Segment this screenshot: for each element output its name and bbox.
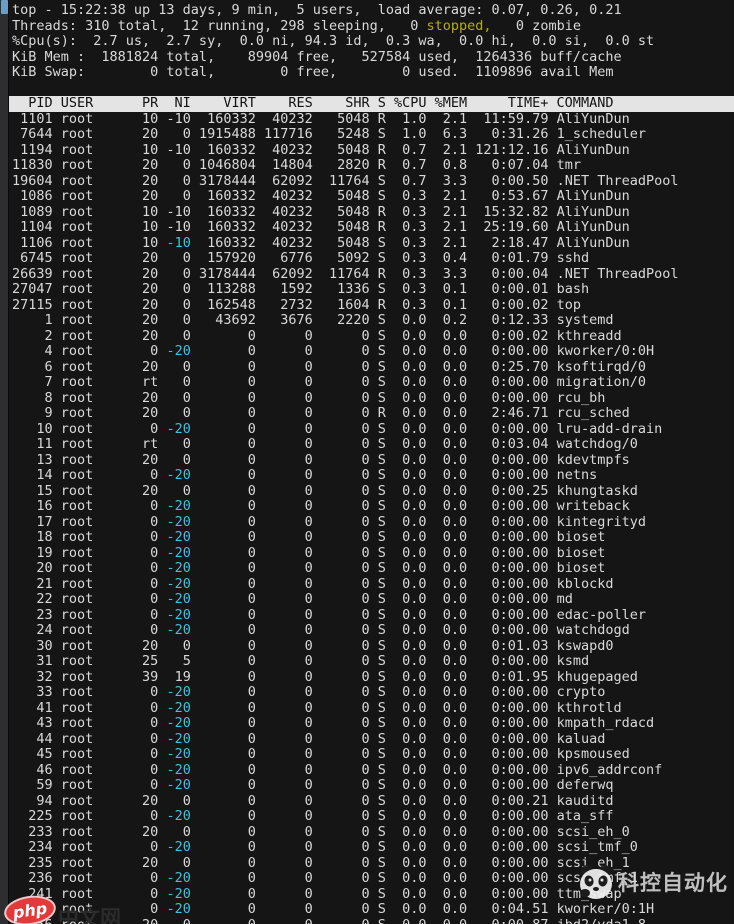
process-row: 13 root 20 0 0 0 0 S 0.0 0.0 0:00.00 kde… (12, 451, 630, 468)
process-row: 94 root 20 0 0 0 0 S 0.0 0.0 0:00.21 kau… (12, 792, 614, 809)
process-row: 17 root 0 -20 0 0 0 S 0.0 0.0 0:00.00 ki… (12, 513, 646, 530)
process-row: 22 root 0 -20 0 0 0 S 0.0 0.0 0:00.00 md (12, 591, 573, 607)
summary-line: Threads: 310 total, 12 running, 298 slee… (12, 17, 581, 34)
process-row: 19604 root 20 0 3178444 62092 11764 S 0.… (12, 172, 679, 189)
process-row: 7644 root 20 0 1915488 117716 5248 S 1.0… (12, 126, 646, 142)
process-row: 256 root 20 0 0 0 0 S 0.0 0.0 0:00.87 jb… (12, 917, 734, 924)
process-row: 7 root rt 0 0 0 0 S 0.0 0.0 0:00.00 migr… (12, 374, 646, 390)
process-row: 59 root 0 -20 0 0 0 S 0.0 0.0 0:00.00 de… (12, 777, 614, 793)
process-row: 27115 root 20 0 162548 2732 1604 R 0.3 0… (12, 296, 581, 313)
terminal-window: top - 15:22:38 up 13 days, 9 min, 5 user… (0, 0, 734, 924)
process-row: 31 root 25 5 0 0 0 S 0.0 0.0 0:00.00 ksm… (12, 653, 590, 669)
process-row: 41 root 0 -20 0 0 0 S 0.0 0.0 0:00.00 kt… (12, 699, 622, 716)
process-row: 46 root 0 -20 0 0 0 S 0.0 0.0 0:00.00 ip… (12, 761, 663, 778)
process-row: 1086 root 20 0 160332 40232 5048 S 0.3 2… (12, 188, 630, 204)
process-row: 20 root 0 -20 0 0 0 S 0.0 0.0 0:00.00 bi… (12, 560, 606, 576)
summary-line: KiB Swap: 0 total, 0 free, 0 used. 11098… (12, 64, 614, 80)
terminal-output: top - 15:22:38 up 13 days, 9 min, 5 user… (9, 0, 734, 924)
process-row: 26639 root 20 0 3178444 62092 11764 R 0.… (12, 265, 679, 282)
process-row: 233 root 20 0 0 0 0 S 0.0 0.0 0:00.00 sc… (12, 823, 630, 840)
summary-line: %Cpu(s): 2.7 us, 2.7 sy, 0.0 ni, 94.3 id… (12, 33, 655, 49)
process-row: 15 root 20 0 0 0 0 S 0.0 0.0 0:00.25 khu… (12, 482, 638, 499)
scrollbar[interactable] (0, 0, 9, 924)
process-row: 1194 root 10 -10 160332 40232 5048 R 0.7… (12, 141, 630, 158)
process-row: 45 root 0 -20 0 0 0 S 0.0 0.0 0:00.00 kp… (12, 746, 630, 762)
process-row: 1101 root 10 -10 160332 40232 5048 R 1.0… (12, 110, 630, 127)
process-row: 24 root 0 -20 0 0 0 S 0.0 0.0 0:00.00 wa… (12, 622, 630, 638)
table-header-bar: PID USER PR NI VIRT RES SHR S %CPU %MEM … (9, 95, 734, 112)
process-row: 21 root 0 -20 0 0 0 S 0.0 0.0 0:00.00 kb… (12, 575, 614, 592)
process-row: 225 root 0 -20 0 0 0 S 0.0 0.0 0:00.00 a… (12, 808, 614, 824)
table-header-text: PID USER PR NI VIRT RES SHR S %CPU %MEM … (12, 95, 614, 111)
process-row: 6745 root 20 0 157920 6776 5092 S 0.3 0.… (12, 250, 590, 266)
process-row: 8 root 20 0 0 0 0 S 0.0 0.0 0:00.00 rcu_… (12, 389, 606, 406)
process-row: 1089 root 10 -10 160332 40232 5048 R 0.3… (12, 203, 630, 220)
process-row: 27047 root 20 0 113288 1592 1336 S 0.3 0… (12, 281, 590, 297)
process-row: 33 root 0 -20 0 0 0 S 0.0 0.0 0:00.00 cr… (12, 684, 606, 700)
process-row: 2 root 20 0 0 0 0 S 0.0 0.0 0:00.02 kthr… (12, 327, 622, 344)
process-row: 11830 root 20 0 1046804 14804 2820 R 0.7… (12, 157, 581, 173)
process-row: 11 root rt 0 0 0 0 S 0.0 0.0 0:03.04 wat… (12, 436, 638, 452)
process-row: 1106 root 10 -10 160332 40232 5048 S 0.3… (12, 234, 630, 251)
process-row: 14 root 0 -20 0 0 0 S 0.0 0.0 0:00.00 ne… (12, 467, 598, 483)
process-row: 235 root 20 0 0 0 0 S 0.0 0.0 0:00.00 sc… (12, 854, 630, 871)
process-row: 1 root 20 0 43692 3676 2220 S 0.0 0.2 0:… (12, 312, 614, 328)
process-row: 10 root 0 -20 0 0 0 S 0.0 0.0 0:00.00 lr… (12, 420, 663, 437)
process-row: 18 root 0 -20 0 0 0 S 0.0 0.0 0:00.00 bi… (12, 529, 606, 545)
process-table: 1101 root 10 -10 160332 40232 5048 R 1.0… (12, 110, 734, 924)
process-row: 32 root 39 19 0 0 0 S 0.0 0.0 0:01.95 kh… (12, 668, 638, 685)
process-row: 241 root 0 -20 0 0 0 S 0.0 0.0 0:00.00 t… (12, 885, 622, 902)
summary-line: top - 15:22:38 up 13 days, 9 min, 5 user… (12, 2, 622, 18)
process-row: 44 root 0 -20 0 0 0 S 0.0 0.0 0:00.00 ka… (12, 730, 606, 747)
process-row: 236 root 0 -20 0 0 0 S 0.0 0.0 0:00.00 s… (12, 870, 638, 886)
process-row: 1104 root 10 -10 160332 40232 5048 R 0.3… (12, 219, 630, 235)
top-summary: top - 15:22:38 up 13 days, 9 min, 5 user… (12, 2, 734, 81)
process-row: 30 root 20 0 0 0 0 S 0.0 0.0 0:01.03 ksw… (12, 637, 614, 654)
process-row: 247 root 0 -20 0 0 0 S 0.0 0.0 0:04.51 k… (12, 901, 655, 917)
summary-line: KiB Mem : 1881824 total, 89904 free, 527… (12, 48, 622, 65)
blank-line (12, 81, 734, 97)
process-row: 234 root 0 -20 0 0 0 S 0.0 0.0 0:00.00 s… (12, 839, 638, 855)
process-row: 23 root 0 -20 0 0 0 S 0.0 0.0 0:00.00 ed… (12, 606, 646, 623)
process-row: 6 root 20 0 0 0 0 S 0.0 0.0 0:25.70 ksof… (12, 358, 646, 375)
process-row: 16 root 0 -20 0 0 0 S 0.0 0.0 0:00.00 wr… (12, 498, 630, 514)
process-row: 19 root 0 -20 0 0 0 S 0.0 0.0 0:00.00 bi… (12, 544, 606, 561)
process-row: 43 root 0 -20 0 0 0 S 0.0 0.0 0:00.00 km… (12, 715, 655, 731)
process-row: 4 root 0 -20 0 0 0 S 0.0 0.0 0:00.00 kwo… (12, 343, 655, 359)
process-row: 9 root 20 0 0 0 0 R 0.0 0.0 2:46.71 rcu_… (12, 405, 630, 421)
scrollbar-thumb[interactable] (1, 0, 8, 14)
